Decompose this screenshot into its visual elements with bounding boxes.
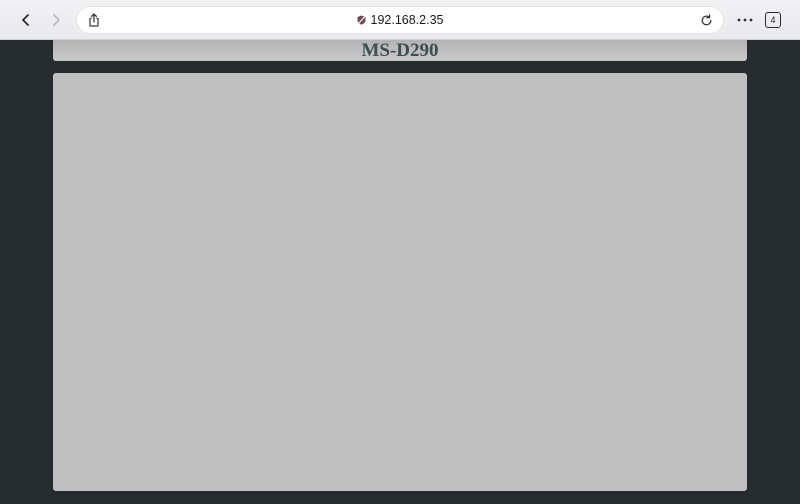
page-title: MS-D290 [361, 39, 439, 61]
tab-count: 4 [770, 15, 776, 25]
chevron-right-icon [53, 14, 60, 26]
more-dots-icon [737, 18, 753, 22]
tabs-button[interactable]: 4 [765, 12, 781, 28]
url-display[interactable]: 192.168.2.35 [76, 6, 724, 34]
url-text: 192.168.2.35 [370, 13, 444, 27]
not-secure-shield-icon [357, 15, 365, 25]
reload-button[interactable] [696, 10, 716, 30]
back-button[interactable] [14, 8, 38, 32]
address-bar[interactable]: 192.168.2.35 [76, 6, 724, 34]
chevron-left-icon [22, 14, 29, 26]
forward-button[interactable] [44, 8, 68, 32]
content-panel [53, 73, 747, 491]
reload-icon [701, 13, 711, 25]
page-header: MS-D290 [53, 40, 747, 61]
browser-toolbar: 192.168.2.35 4 [0, 0, 800, 40]
more-button[interactable] [734, 8, 756, 32]
